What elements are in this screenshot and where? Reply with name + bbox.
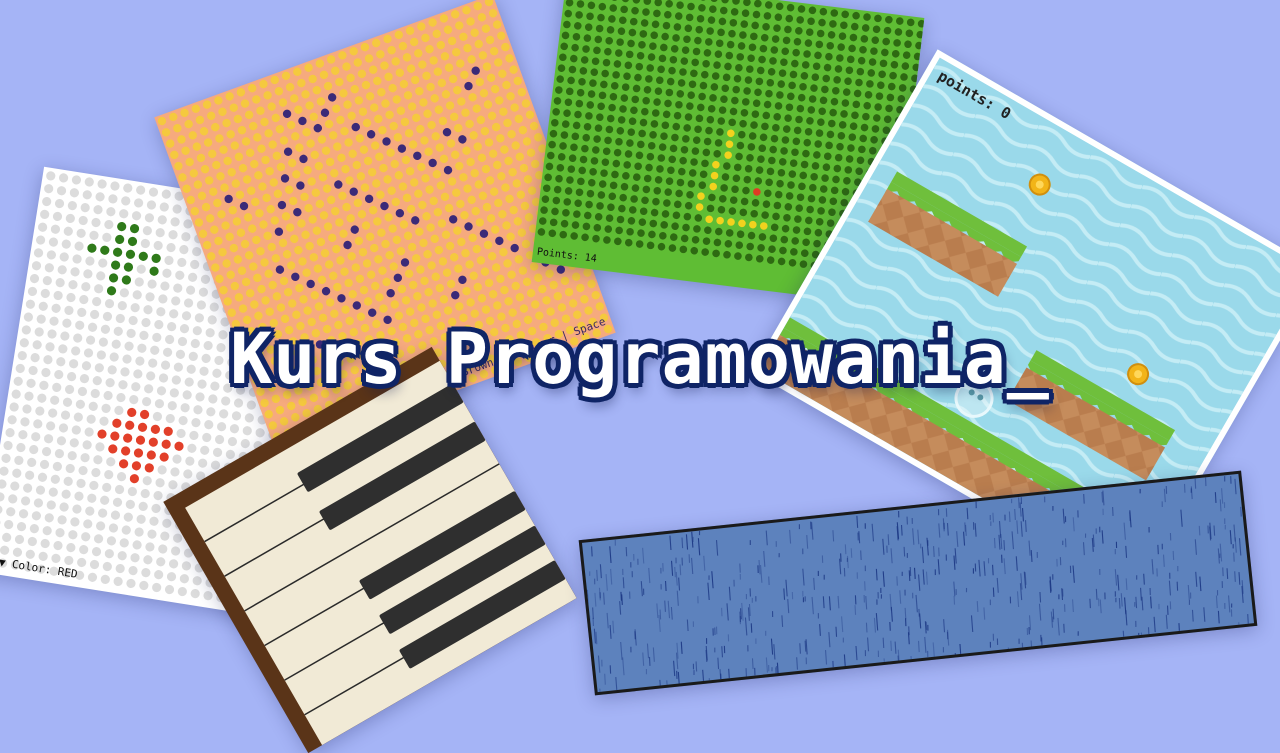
rain-canvas [582,474,1254,692]
rain-animation-card [579,471,1258,696]
page-title: Kurs Programowania_ [0,318,1280,400]
